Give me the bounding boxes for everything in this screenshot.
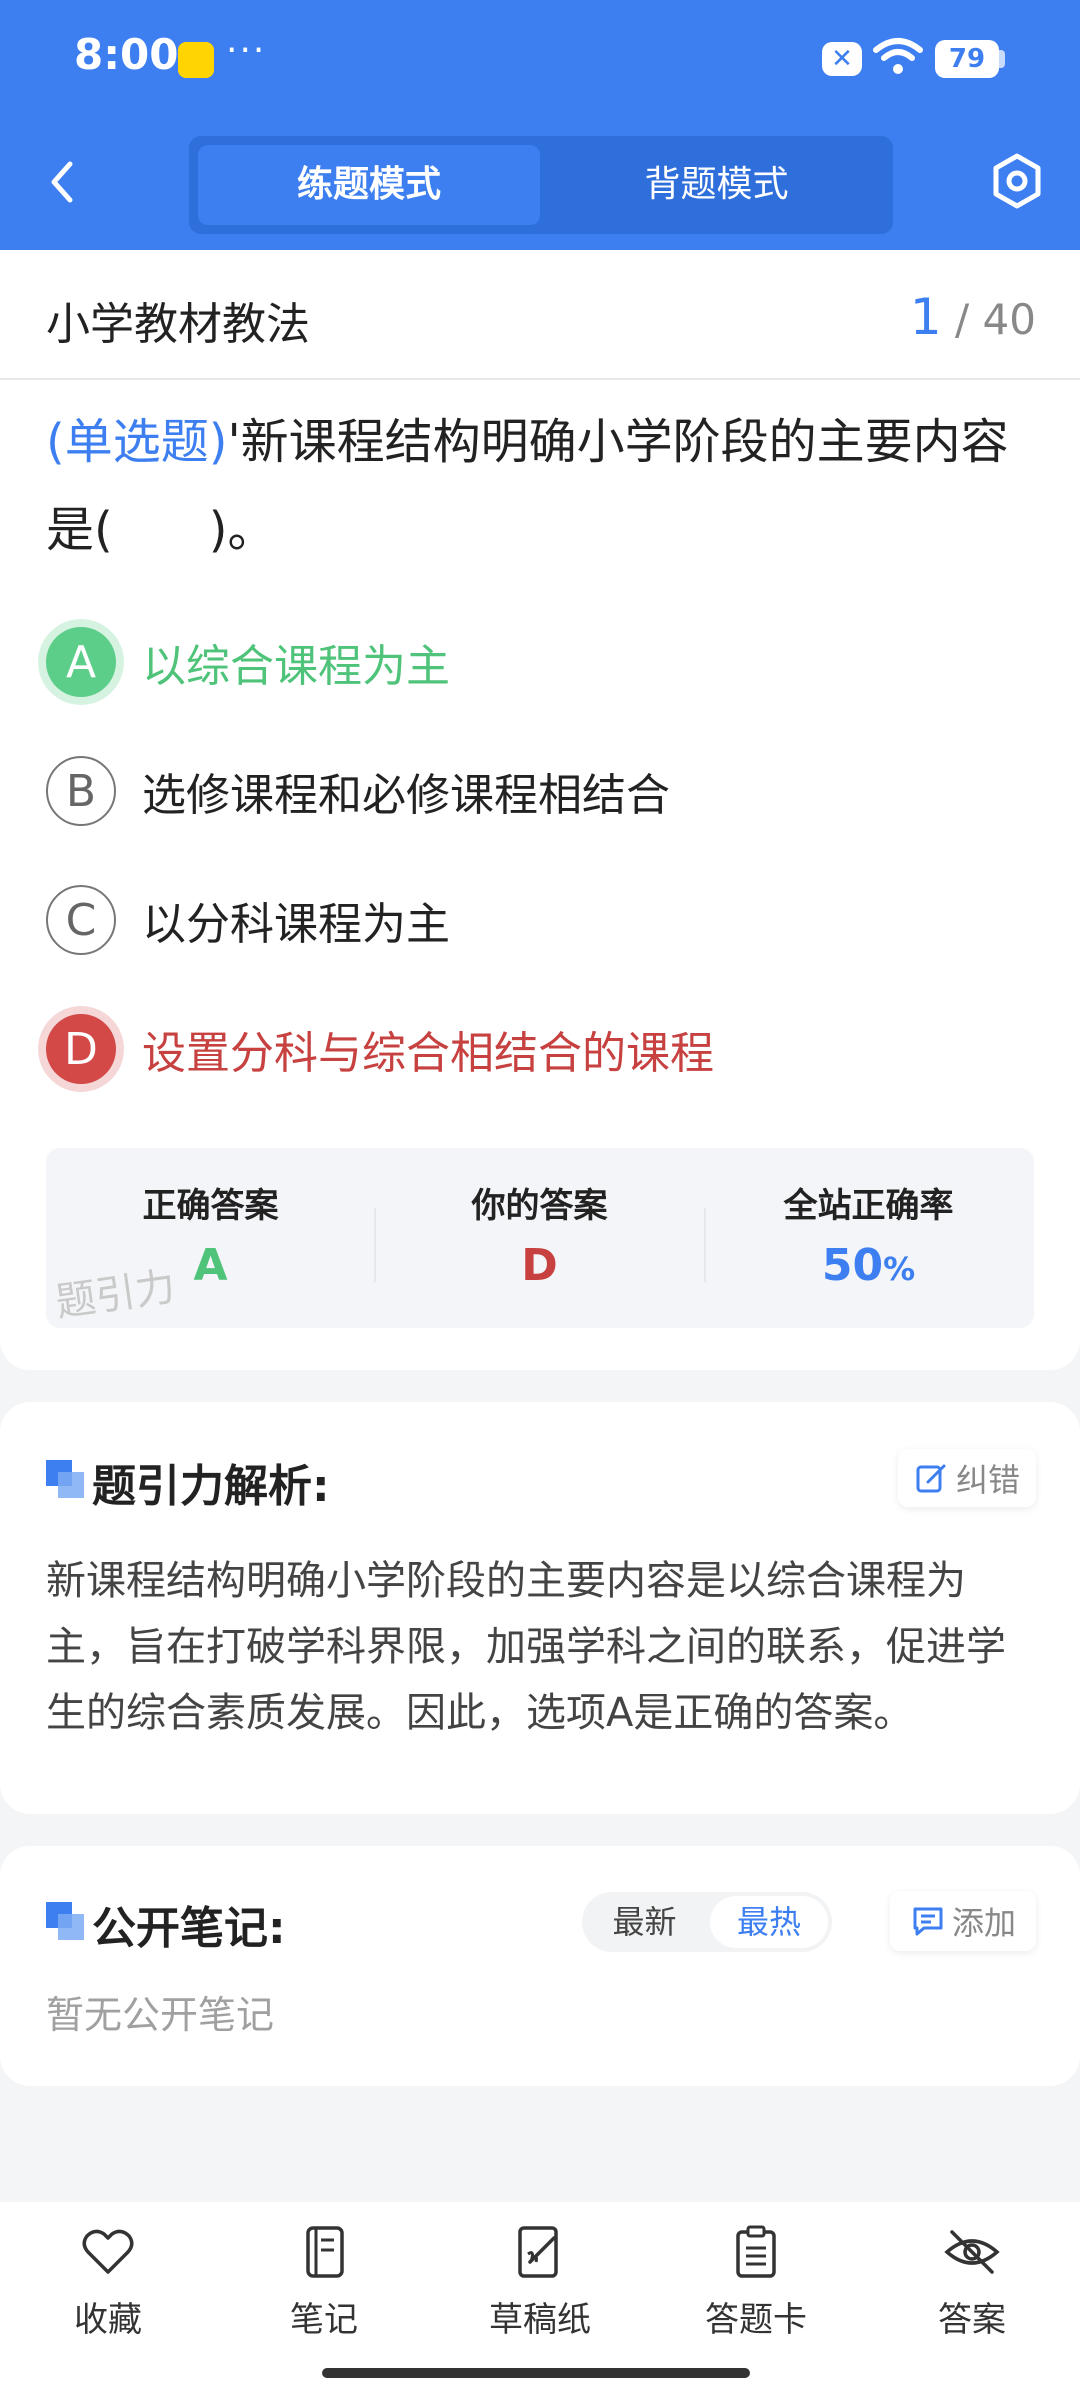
report-error-label: 纠错 <box>955 1461 1020 1499</box>
nav-favorite-label: 收藏 <box>74 2300 142 2340</box>
accuracy-unit: % <box>883 1250 916 1288</box>
nav-answer-sheet-label: 答题卡 <box>705 2300 807 2340</box>
option-c-text: 以分科课程为主 <box>142 899 450 950</box>
add-note-button[interactable]: 添加 <box>890 1891 1036 1951</box>
section-squares-icon <box>46 1460 84 1498</box>
option-a-badge: A <box>46 627 116 697</box>
heart-icon <box>82 2229 134 2274</box>
notes-title: 公开笔记: <box>92 1903 286 1954</box>
option-d[interactable]: D 设置分科与综合相结合的课程 <box>46 1009 714 1089</box>
wifi-icon <box>873 38 923 74</box>
total-questions: / 40 <box>955 295 1036 344</box>
battery-tip <box>999 50 1005 68</box>
section-squares-icon <box>46 1902 84 1940</box>
question-stem: (单选题)'新课程结构明确小学阶段的主要内容是( )。 <box>46 398 1046 574</box>
sort-hottest-tab[interactable]: 最热 <box>710 1896 828 1948</box>
more-notifications-icon: ··· <box>226 30 267 71</box>
sort-latest-tab[interactable]: 最新 <box>582 1892 707 1952</box>
nav-show-answer-label: 答案 <box>938 2300 1006 2340</box>
accuracy-column: 全站正确率 50% <box>704 1148 1033 1328</box>
public-notes-card <box>0 1846 1080 2086</box>
analysis-text: 新课程结构明确小学阶段的主要内容是以综合课程为主，旨在打破学科界限，加强学科之间… <box>46 1558 1006 1736</box>
comment-icon <box>913 1907 943 1936</box>
status-time: 8:00 <box>74 30 179 79</box>
analysis-title: 题引力解析: <box>92 1461 330 1512</box>
tab-practice-mode[interactable]: 练题模式 <box>198 145 540 225</box>
option-b[interactable]: B 选修课程和必修课程相结合 <box>46 751 670 831</box>
option-b-text: 选修课程和必修课程相结合 <box>142 770 670 821</box>
nav-notes[interactable]: 笔记 <box>244 2222 404 2362</box>
option-c-badge: C <box>46 885 116 955</box>
correct-answer-label: 正确答案 <box>142 1186 279 1226</box>
option-d-badge: D <box>46 1014 116 1084</box>
option-d-text: 设置分科与综合相结合的课程 <box>142 1028 714 1079</box>
battery-icon: 79 <box>935 40 999 78</box>
option-a-text: 以综合课程为主 <box>142 641 450 692</box>
notes-sort-switch: 最新 最热 <box>582 1892 832 1952</box>
edit-icon <box>916 1464 946 1493</box>
home-indicator[interactable] <box>322 2368 750 2378</box>
accuracy-value: 50% <box>704 1240 1033 1291</box>
your-answer-value: D <box>521 1240 558 1291</box>
page-counter: 1 / 40 <box>910 288 1036 346</box>
accuracy-label: 全站正确率 <box>783 1186 954 1226</box>
accuracy-number: 50 <box>821 1240 884 1291</box>
notes-empty-text: 暂无公开笔记 <box>46 1993 275 2037</box>
current-question-number: 1 <box>909 288 942 346</box>
add-note-label: 添加 <box>951 1904 1016 1942</box>
draft-paper-icon <box>518 2226 558 2278</box>
subject-title: 小学教材教法 <box>46 299 310 350</box>
option-b-badge: B <box>46 756 116 826</box>
your-answer-column: 你的答案 D <box>375 1148 704 1328</box>
back-button[interactable] <box>34 152 94 212</box>
settings-gear-icon[interactable] <box>986 150 1048 212</box>
mode-switch: 练题模式 背题模式 <box>189 136 893 234</box>
nav-draft-paper[interactable]: 草稿纸 <box>460 2222 620 2362</box>
divider <box>0 378 1080 380</box>
your-answer-label: 你的答案 <box>471 1186 608 1226</box>
option-c[interactable]: C 以分科课程为主 <box>46 880 450 960</box>
nav-draft-paper-label: 草稿纸 <box>489 2300 591 2340</box>
report-error-button[interactable]: 纠错 <box>898 1449 1036 1507</box>
question-type-label: (单选题) <box>46 414 228 470</box>
app-notification-icon <box>178 42 214 78</box>
nav-favorite[interactable]: 收藏 <box>28 2222 188 2362</box>
nav-show-answer[interactable]: 答案 <box>892 2222 1052 2362</box>
nav-notes-label: 笔记 <box>290 2300 358 2340</box>
answer-sheet-icon <box>736 2225 776 2278</box>
answer-summary: 正确答案 A 你的答案 D 全站正确率 50% <box>46 1148 1034 1328</box>
option-a[interactable]: A 以综合课程为主 <box>46 622 450 702</box>
tab-memorize-mode[interactable]: 背题模式 <box>549 145 884 225</box>
no-sim-icon: ✕ <box>822 42 862 76</box>
nav-answer-sheet[interactable]: 答题卡 <box>676 2222 836 2362</box>
eye-off-icon <box>944 2230 1000 2274</box>
notebook-icon <box>306 2226 344 2278</box>
